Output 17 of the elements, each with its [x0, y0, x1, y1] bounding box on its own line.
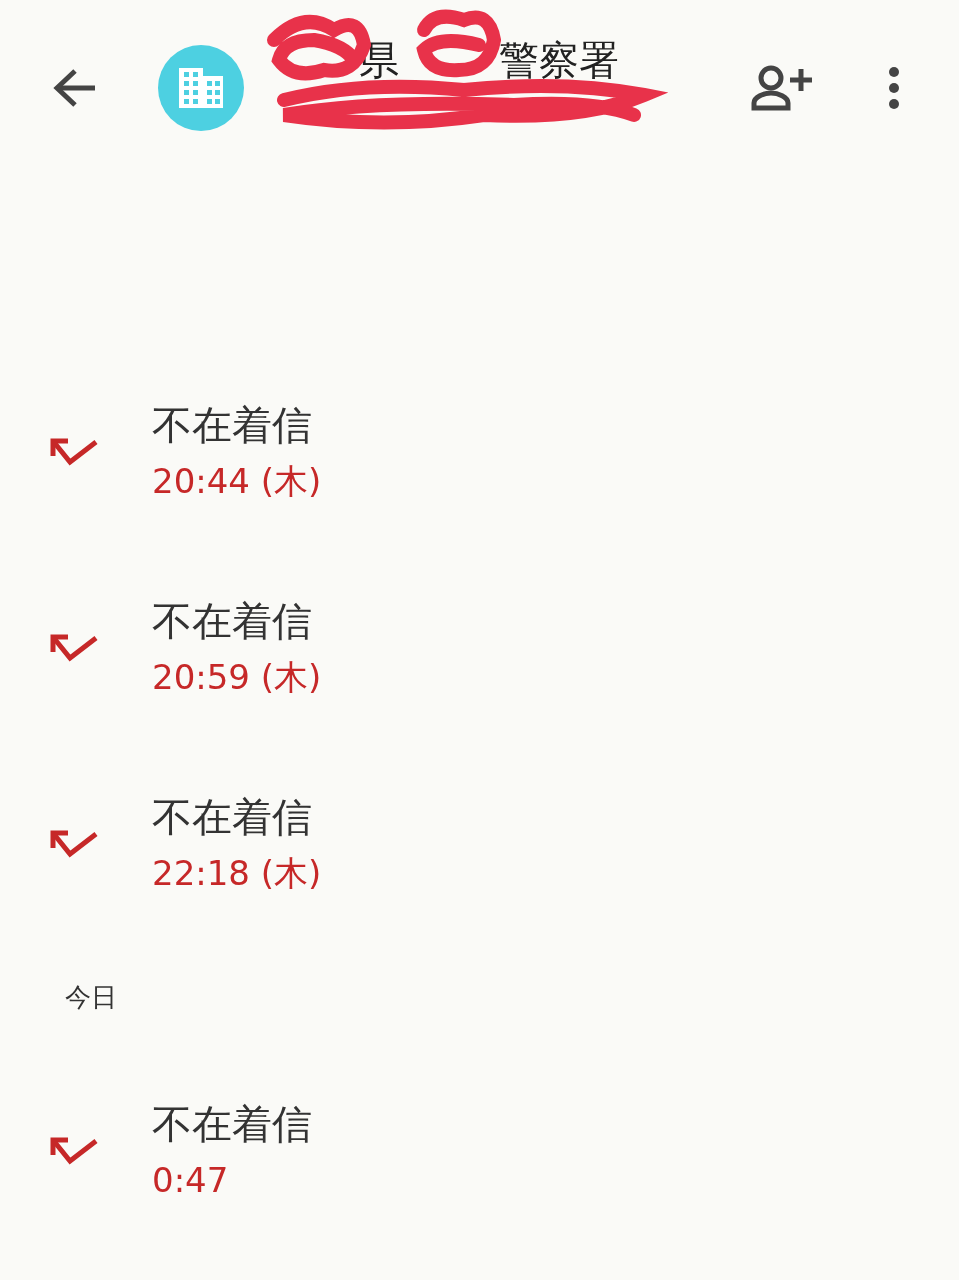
building-icon — [179, 68, 223, 108]
call-type: 不在着信 — [152, 1101, 312, 1147]
missed-call-icon — [50, 830, 100, 860]
missed-call-icon — [50, 1137, 100, 1167]
section-label: 今日 — [65, 981, 118, 1014]
call-time: 20:59 (木) — [152, 656, 322, 699]
call-time: 0:47 — [152, 1159, 230, 1202]
call-time: 22:18 (木) — [152, 852, 322, 895]
missed-call-icon — [50, 634, 100, 664]
add-person-icon — [751, 65, 813, 111]
call-type: 不在着信 — [152, 598, 313, 644]
call-type: 不在着信 — [152, 794, 313, 840]
call-type: 不在着信 — [152, 402, 313, 448]
missed-call-icon — [50, 438, 100, 468]
call-time: 20:44 (木) — [152, 460, 322, 503]
contact-name: 警察署 — [499, 36, 619, 84]
more-vertical-icon — [888, 66, 900, 110]
